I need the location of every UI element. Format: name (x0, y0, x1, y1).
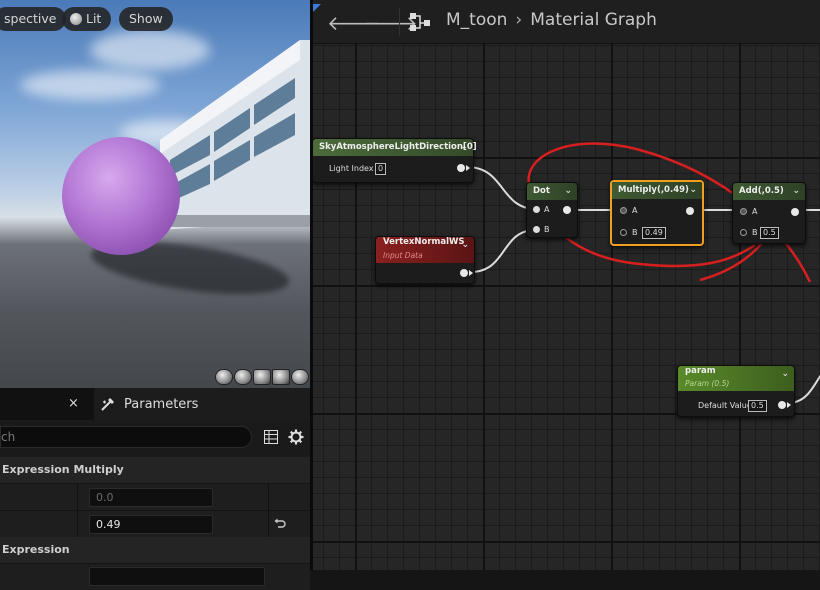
output-pin-arrow (469, 270, 473, 276)
tab-parameters-label: Parameters (124, 396, 199, 412)
column-divider (268, 511, 269, 537)
pin-label-b: B (632, 228, 638, 237)
plane-preview-icon[interactable] (253, 369, 271, 385)
node-title-text: Add(,0.5) (739, 186, 784, 196)
output-pin[interactable] (563, 206, 571, 214)
input-pin-a[interactable] (740, 208, 747, 215)
material-graph-canvas[interactable]: SkyAtmosphereLightDirection[0] ⌄ Light I… (310, 0, 820, 570)
table-view-icon[interactable] (264, 430, 278, 444)
input-pin-b[interactable] (740, 229, 747, 236)
lit-icon (70, 13, 82, 25)
breadcrumb-asset[interactable]: M_toon (446, 10, 507, 30)
section-expression[interactable]: Expression (0, 537, 310, 563)
tab-parameters[interactable]: Parameters (94, 388, 310, 420)
breadcrumb: M_toon › Material Graph (446, 10, 657, 30)
node-title-text: Dot (533, 186, 550, 196)
node-sky-atmosphere-light-direction[interactable]: SkyAtmosphereLightDirection[0] ⌄ Light I… (312, 138, 477, 183)
node-title: Dot ⌄ (527, 183, 577, 200)
column-divider (268, 484, 269, 510)
cloud (20, 70, 160, 100)
node-title: Multiply(,0.49) ⌄ (612, 182, 702, 199)
pin-label-b: B (544, 225, 550, 234)
input-pin-b[interactable] (620, 229, 627, 236)
node-vertex-normal-ws[interactable]: VertexNormalWS ⌄ Input Data (375, 236, 475, 284)
pin-label-a: A (544, 205, 550, 214)
property-row-b: 0.49 (0, 510, 310, 537)
material-graph-icon (410, 13, 430, 31)
output-pin-arrow (787, 402, 791, 408)
gear-icon[interactable] (288, 429, 304, 445)
node-title: SkyAtmosphereLightDirection[0] ⌄ (313, 139, 477, 156)
lit-label: Lit (86, 11, 102, 26)
output-pin[interactable] (791, 208, 799, 216)
node-subtitle: Param (0.5) (685, 379, 730, 388)
const-b-field[interactable]: 0.49 (89, 515, 213, 534)
const-a-field[interactable]: 0.0 (89, 488, 213, 507)
section-expression-multiply[interactable]: Expression Multiply (0, 457, 310, 483)
chevron-down-icon[interactable]: ⌄ (461, 237, 469, 254)
chevron-down-icon[interactable]: ⌄ (689, 182, 697, 199)
graph-wires (466, 142, 820, 404)
search-input[interactable]: ch (0, 426, 252, 448)
lit-button[interactable]: Lit (62, 7, 112, 31)
output-pin[interactable] (778, 401, 786, 409)
toolbar-divider (399, 8, 400, 36)
output-pin[interactable] (686, 207, 694, 215)
material-preview-viewport[interactable]: spective Lit Show (0, 0, 310, 388)
input-pin-b[interactable] (533, 226, 540, 233)
custom-mesh-preview-icon[interactable] (291, 369, 309, 385)
input-pin-a[interactable] (620, 207, 627, 214)
multiply-b-input[interactable]: 0.49 (642, 227, 666, 239)
property-row-a: 0.0 (0, 483, 310, 510)
reset-to-default-icon[interactable] (273, 517, 287, 531)
node-title-text: SkyAtmosphereLightDirection[0] (319, 142, 477, 152)
breadcrumb-separator-icon: › (515, 10, 523, 30)
node-add[interactable]: Add(,0.5) ⌄ A B 0.5 (732, 182, 806, 244)
close-tab-icon[interactable]: × (68, 396, 79, 411)
node-title-text: Multiply(,0.49) (618, 185, 689, 195)
cube-preview-icon[interactable] (272, 369, 290, 385)
chevron-down-icon[interactable]: ⌄ (460, 139, 468, 156)
sphere-preview-icon[interactable] (234, 369, 252, 385)
pin-label-b: B (752, 228, 758, 237)
pin-label-light-index: Light Index (329, 164, 374, 173)
pin-label-a: A (752, 207, 758, 216)
details-tab-bar: × Parameters (0, 388, 310, 420)
node-title-text: VertexNormalWS (383, 237, 465, 247)
input-pin-a[interactable] (533, 206, 540, 213)
graph-toolbar: 🡐 🡒 M_toon › Material Graph (313, 0, 820, 44)
focus-corner-mark (313, 4, 321, 12)
pin-label-default-value: Default Value (698, 401, 752, 410)
output-pin[interactable] (457, 164, 465, 172)
output-pin[interactable] (460, 269, 468, 277)
cylinder-preview-icon[interactable] (215, 369, 233, 385)
chevron-down-icon[interactable]: ⌄ (564, 183, 572, 200)
add-b-input[interactable]: 0.5 (760, 227, 779, 239)
node-param[interactable]: param ⌄ Param (0.5) Default Value 0.5 (677, 365, 795, 417)
node-subtitle: Input Data (383, 251, 423, 260)
light-index-input[interactable]: 0 (375, 163, 387, 175)
output-pin-arrow (466, 165, 470, 171)
node-title: Add(,0.5) ⌄ (733, 183, 805, 200)
preview-sphere (62, 137, 180, 255)
node-title-text: param (685, 366, 716, 376)
node-multiply[interactable]: Multiply(,0.49) ⌄ A B 0.49 (610, 180, 704, 246)
chevron-down-icon[interactable]: ⌄ (792, 183, 800, 200)
chevron-down-icon[interactable]: ⌄ (781, 366, 789, 383)
show-button[interactable]: Show (119, 7, 173, 31)
property-row-desc (0, 563, 310, 590)
pin-label-a: A (632, 206, 638, 215)
column-divider (77, 511, 78, 537)
preview-shape-toolbar (215, 369, 309, 385)
perspective-button[interactable]: spective (0, 7, 67, 31)
details-panel: × Parameters ch Expression Multiply 0.0 … (0, 388, 310, 590)
panel-splitter[interactable] (310, 0, 313, 570)
column-divider (77, 484, 78, 510)
parameters-icon (101, 398, 114, 411)
node-dot[interactable]: Dot ⌄ A B (526, 182, 578, 238)
breadcrumb-graph[interactable]: Material Graph (530, 10, 657, 30)
default-value-input[interactable]: 0.5 (748, 400, 767, 412)
